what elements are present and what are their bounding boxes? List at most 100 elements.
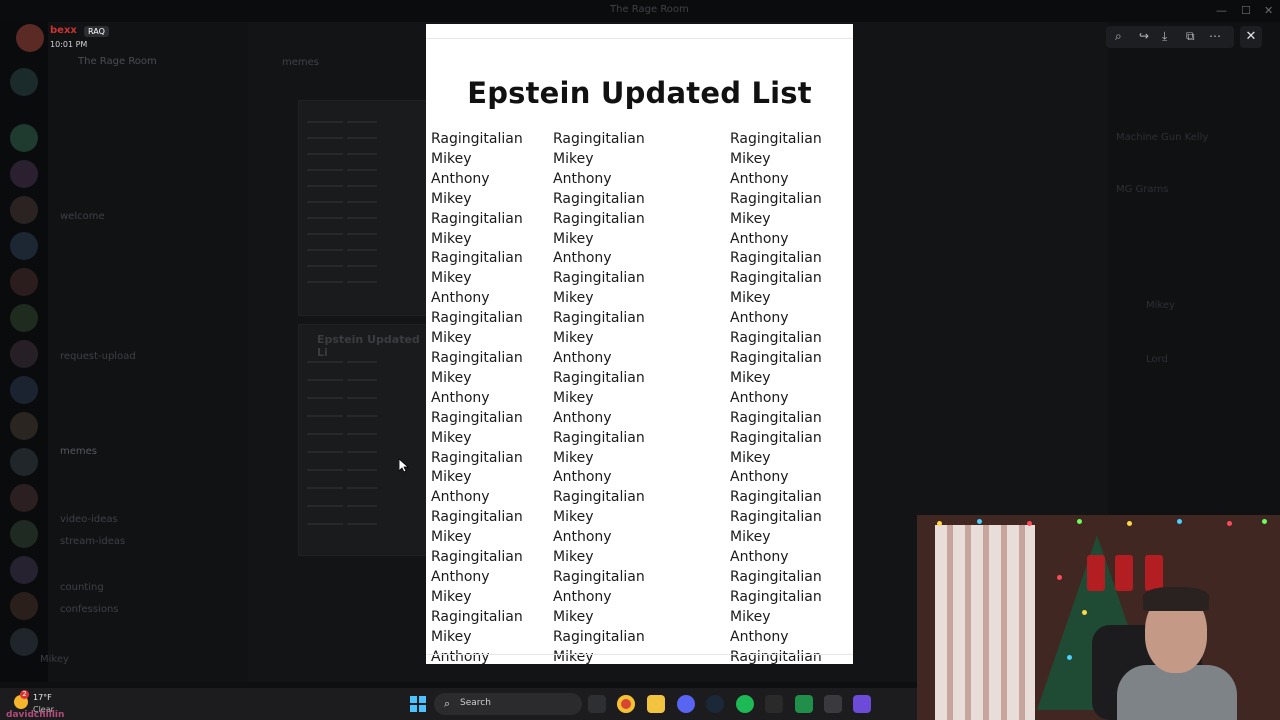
avatar[interactable] [16, 24, 44, 52]
list-name: Ragingitalian [431, 509, 523, 526]
server-icon[interactable] [10, 412, 38, 440]
list-name: Mikey [730, 150, 771, 167]
list-name: Anthony [730, 469, 789, 486]
server-icon[interactable] [10, 628, 38, 656]
folder-icon[interactable] [647, 695, 665, 713]
background-image-2[interactable]: Epstein Updated Li [298, 324, 428, 556]
list-name: Mikey [431, 628, 472, 645]
server-icon[interactable] [10, 520, 38, 548]
member-item[interactable]: MG Grams [1116, 184, 1169, 195]
grid-app-icon[interactable] [853, 695, 871, 713]
server-icon[interactable] [10, 304, 38, 332]
m-icon[interactable] [824, 695, 842, 713]
channel-item[interactable]: counting [60, 582, 104, 593]
list-name: Mikey [431, 330, 472, 347]
steam-icon[interactable] [706, 695, 724, 713]
file-explorer-icon[interactable] [588, 695, 606, 713]
list-name: Ragingitalian [553, 131, 645, 147]
background-image-1[interactable] [298, 100, 428, 316]
zoom-icon[interactable]: ⌕ [1115, 29, 1122, 44]
server-icon[interactable] [10, 124, 38, 152]
list-name: Anthony [553, 409, 612, 426]
channel-item[interactable]: request-upload [60, 351, 136, 362]
list-name: Mikey [553, 150, 594, 167]
window-titlebar: The Rage Room — ☐ ✕ [0, 0, 1280, 22]
member-item[interactable]: Mikey [1146, 300, 1175, 311]
list-name: Anthony [730, 170, 789, 187]
list-name: Ragingitalian [431, 549, 523, 566]
minimize-icon[interactable]: — [1216, 4, 1227, 17]
list-name: Ragingitalian [431, 409, 523, 426]
poster-name[interactable]: bexx [50, 25, 77, 36]
window-close-icon[interactable]: ✕ [1264, 4, 1273, 17]
server-icon[interactable] [10, 160, 38, 188]
list-name: Anthony [730, 389, 789, 406]
list-name: Mikey [730, 529, 771, 546]
maximize-icon[interactable]: ☐ [1241, 4, 1251, 17]
list-name: Ragingitalian [730, 131, 822, 147]
list-name: Ragingitalian [730, 349, 822, 366]
weather-temp[interactable]: 17°F [33, 693, 52, 702]
taskbar-search[interactable]: ⌕ Search [434, 693, 582, 715]
download-icon[interactable]: ⤓ [1162, 29, 1167, 44]
forward-icon[interactable]: ↪ [1139, 29, 1149, 43]
list-name: Ragingitalian [431, 310, 523, 327]
server-icon[interactable] [10, 592, 38, 620]
channel-item-active[interactable]: memes [60, 446, 97, 457]
list-name: Ragingitalian [730, 330, 822, 347]
list-name: Ragingitalian [553, 429, 645, 446]
app-icon[interactable] [795, 695, 813, 713]
list-name: Mikey [553, 449, 594, 466]
server-icon[interactable] [10, 484, 38, 512]
windows-start-icon[interactable] [410, 696, 426, 712]
channel-item[interactable]: stream-ideas [60, 536, 125, 547]
list-name: Anthony [553, 170, 612, 187]
open-external-icon[interactable]: ⧉ [1186, 29, 1195, 44]
channel-item[interactable]: confessions [60, 604, 119, 615]
list-name: Ragingitalian [553, 190, 645, 207]
epic-games-icon[interactable] [765, 695, 783, 713]
list-name: Mikey [431, 190, 472, 207]
server-icon[interactable] [10, 448, 38, 476]
server-name[interactable]: The Rage Room [78, 56, 157, 67]
name-column-2: Ragingitalian Mikey Anthony Ragingitalian Ra… [553, 130, 645, 667]
chrome-icon[interactable] [617, 695, 635, 713]
channel-item[interactable]: welcome [60, 211, 105, 222]
list-name: Mikey [553, 230, 594, 247]
list-name: Mikey [431, 150, 472, 167]
search-icon: ⌕ [444, 697, 451, 710]
server-icon[interactable] [10, 232, 38, 260]
list-name: Ragingitalian [553, 270, 645, 287]
image-viewer[interactable]: Epstein Updated List Ragingitalian Mikey A… [426, 24, 853, 667]
list-name: Anthony [431, 290, 490, 307]
list-name: Mikey [730, 449, 771, 466]
server-icon[interactable] [10, 268, 38, 296]
list-name: Mikey [730, 369, 771, 386]
spotify-icon[interactable] [736, 695, 754, 713]
member-item[interactable]: Machine Gun Kelly [1116, 132, 1208, 143]
close-viewer-button[interactable]: ✕ [1240, 26, 1262, 48]
list-name: Ragingitalian [730, 190, 822, 207]
list-name: Ragingitalian [553, 568, 645, 585]
list-name: Anthony [431, 489, 490, 506]
discord-icon[interactable] [677, 695, 695, 713]
server-icon[interactable] [10, 556, 38, 584]
more-icon[interactable]: ⋯ [1209, 29, 1221, 43]
channel-item[interactable]: video-ideas [60, 514, 118, 525]
server-icon[interactable] [10, 68, 38, 96]
member-item[interactable]: Lord [1146, 354, 1168, 365]
list-name: Ragingitalian [431, 250, 523, 267]
server-icon[interactable] [10, 340, 38, 368]
list-name: Mikey [553, 648, 594, 665]
post-time: 10:01 PM [50, 40, 88, 49]
list-name: Ragingitalian [431, 131, 523, 147]
list-name: Ragingitalian [730, 429, 822, 446]
role-badge: RAQ [84, 26, 109, 37]
server-icon[interactable] [10, 376, 38, 404]
list-name: Mikey [553, 549, 594, 566]
list-name: Mikey [431, 588, 472, 605]
list-name: Ragingitalian [730, 409, 822, 426]
list-name: Anthony [730, 310, 789, 327]
server-icon[interactable] [10, 196, 38, 224]
list-name: Anthony [730, 230, 789, 247]
